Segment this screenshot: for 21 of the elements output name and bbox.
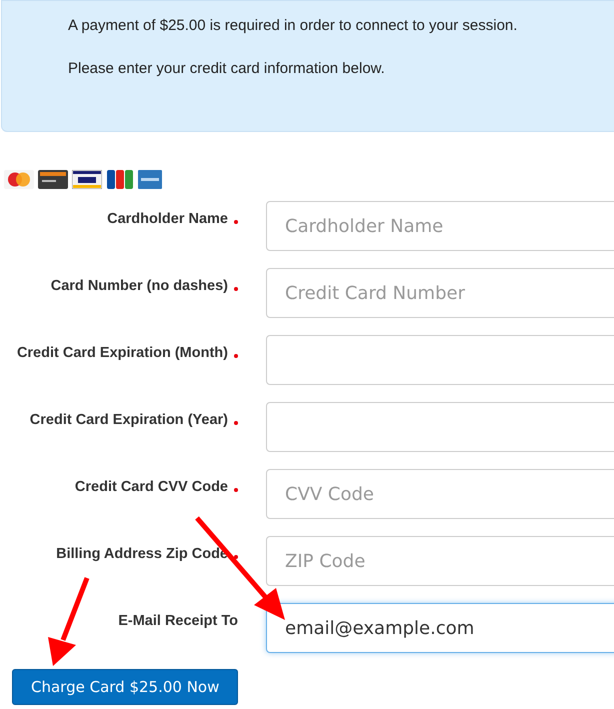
card-logo-icon xyxy=(72,170,102,189)
input-field[interactable]: ZIP Code xyxy=(266,536,614,586)
input-field[interactable]: email@example.com xyxy=(266,603,614,653)
input-field[interactable]: Cardholder Name xyxy=(266,201,614,251)
card-logo-icon xyxy=(4,170,34,189)
field-label: Card Number (no dashes) xyxy=(50,278,228,294)
card-logo-icon xyxy=(38,170,68,189)
field-label: Credit Card Expiration (Year) xyxy=(30,412,228,428)
card-logo-icon xyxy=(106,170,134,189)
field-label: Cardholder Name xyxy=(107,211,228,227)
input-field[interactable] xyxy=(266,402,614,452)
notice-text: A payment of $25.00 is required in order to connect to your session. xyxy=(68,17,518,34)
charge-button[interactable]: Charge Card $25.00 Now xyxy=(12,669,238,705)
card-logo-icon xyxy=(138,170,162,189)
field-label: Credit Card Expiration (Month) xyxy=(16,345,228,361)
field-label: Credit Card CVV Code xyxy=(74,479,228,495)
field-label: E-Mail Receipt To xyxy=(118,613,238,629)
notice-text: Please enter your credit card information below. xyxy=(68,60,386,77)
input-field[interactable] xyxy=(266,335,614,385)
input-field[interactable]: CVV Code xyxy=(266,469,614,519)
input-field[interactable]: Credit Card Number xyxy=(266,268,614,318)
